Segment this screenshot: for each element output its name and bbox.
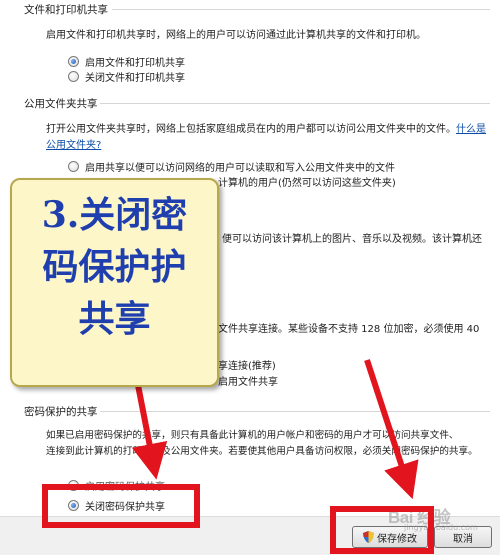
- section-divider: [100, 103, 490, 104]
- encryption-description-text: 文件共享连接。某些设备不支持 128 位加密，必须使用 40: [218, 324, 480, 335]
- section-divider: [112, 9, 490, 10]
- public-folder-description-text: 打开公用文件夹共享时，网络上包括家庭组成员在内的用户都可以访问公用文件夹中的文件…: [46, 124, 456, 135]
- radio-button[interactable]: [68, 71, 79, 82]
- annotation-highlight-password-off: [42, 484, 200, 528]
- public-folder-description: 打开公用文件夹共享时，网络上包括家庭组成员在内的用户都可以访问公用文件夹中的文件…: [46, 122, 486, 154]
- public-folder-option2-text: 计算机的用户(仍然可以访问这些文件夹): [218, 178, 396, 189]
- radio-enable-public-folder-sharing[interactable]: 启用共享以便可以访问网络的用户可以读取和写入公用文件夹中的文件: [68, 159, 395, 174]
- arrow-to-save-button: [364, 359, 419, 500]
- radio-label: 启用文件和打印机共享: [85, 58, 185, 69]
- password-description-line1: 如果已启用密码保护的共享，则只有具备此计算机的用户帐户和密码的用户才可以访问共享…: [46, 430, 459, 441]
- encryption-option1-text: 享连接(推荐): [218, 361, 276, 372]
- radio-button-checked[interactable]: [68, 56, 79, 67]
- radio-label: 关闭文件和打印机共享: [85, 73, 185, 84]
- radio-disable-file-printer-sharing[interactable]: 关闭文件和打印机共享: [68, 69, 185, 84]
- file-printer-description: 启用文件和打印机共享时，网络上的用户可以访问通过此计算机共享的文件和打印机。: [46, 30, 426, 41]
- instruction-callout: 3.关闭密 码保护护 共享: [10, 178, 219, 387]
- media-streaming-text: 便可以访问该计算机上的图片、音乐以及视频。该计算机还: [222, 234, 482, 245]
- callout-line-1: 3.关闭密: [41, 194, 188, 236]
- section-title-password-protected-sharing: 密码保护的共享: [24, 406, 98, 418]
- callout-line-3: 共享: [78, 298, 151, 340]
- radio-enable-file-printer-sharing[interactable]: 启用文件和打印机共享: [68, 54, 185, 69]
- section-title-public-folder-sharing: 公用文件夹共享: [24, 98, 98, 110]
- encryption-option2-text: 启用文件共享: [218, 377, 278, 388]
- password-description-line2: 连接到此计算机的打印机以及公用文件夹。若要使其他用户具备访问权限，必须关闭密码保…: [46, 446, 478, 457]
- radio-label: 启用共享以便可以访问网络的用户可以读取和写入公用文件夹中的文件: [85, 163, 395, 174]
- callout-line-2: 码保护护: [42, 246, 187, 288]
- section-divider: [100, 411, 490, 412]
- radio-button[interactable]: [68, 161, 79, 172]
- section-title-file-printer-sharing: 文件和打印机共享: [24, 4, 108, 16]
- annotation-highlight-save-button: [330, 506, 434, 554]
